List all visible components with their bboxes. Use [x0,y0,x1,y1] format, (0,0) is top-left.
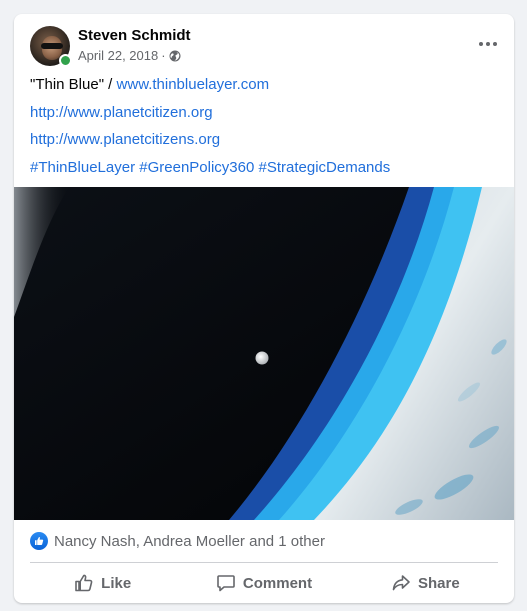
comment-icon [217,575,235,592]
post-card: Steven Schmidt April 22, 2018 · "Thin Bl… [14,14,514,603]
reactions-text[interactable]: Nancy Nash, Andrea Moeller and 1 other [54,533,325,550]
hashtag-greenpolicy360[interactable]: #GreenPolicy360 [139,159,254,176]
link-planetcitizens[interactable]: http://www.planetcitizens.org [30,131,220,148]
like-label: Like [101,574,132,592]
actions-divider [30,562,498,563]
online-status-indicator [59,54,72,67]
comment-button[interactable]: Comment [183,565,344,601]
post-text: "Thin Blue" / www.thinbluelayer.com http… [30,74,500,185]
share-icon [392,575,410,591]
hashtag-strategicdemands[interactable]: #StrategicDemands [259,159,391,176]
post-meta: April 22, 2018 · [78,48,181,63]
meta-separator: · [161,48,166,63]
post-actions: Like Comment Share [22,565,506,601]
like-button[interactable]: Like [22,565,183,601]
like-icon [75,574,93,592]
post-line-title: "Thin Blue" / www.thinbluelayer.com [30,75,500,95]
share-label: Share [417,574,460,592]
title-text: "Thin Blue" / [30,76,117,93]
link-thinbluelayer[interactable]: www.thinbluelayer.com [117,76,270,93]
link-planetcitizen[interactable]: http://www.planetcitizen.org [30,104,213,121]
globe-icon[interactable] [169,50,181,62]
hashtag-thinbluelayer[interactable]: #ThinBlueLayer [30,159,135,176]
post-date[interactable]: April 22, 2018 [78,48,158,63]
post-line-hashtags: #ThinBlueLayer #GreenPolicy360 #Strategi… [30,158,500,178]
post-photo[interactable] [14,187,514,520]
share-button[interactable]: Share [345,565,506,601]
post-header: Steven Schmidt April 22, 2018 · [14,14,514,74]
avatar-glasses [41,43,63,49]
comment-label: Comment [242,574,313,592]
post-line-link3: http://www.planetcitizens.org [30,130,500,150]
author-name[interactable]: Steven Schmidt [78,27,191,44]
like-reaction-icon [30,532,48,550]
more-options-icon[interactable] [476,34,500,54]
post-line-link2: http://www.planetcitizen.org [30,103,500,123]
reactions-summary[interactable]: Nancy Nash, Andrea Moeller and 1 other [30,528,500,554]
